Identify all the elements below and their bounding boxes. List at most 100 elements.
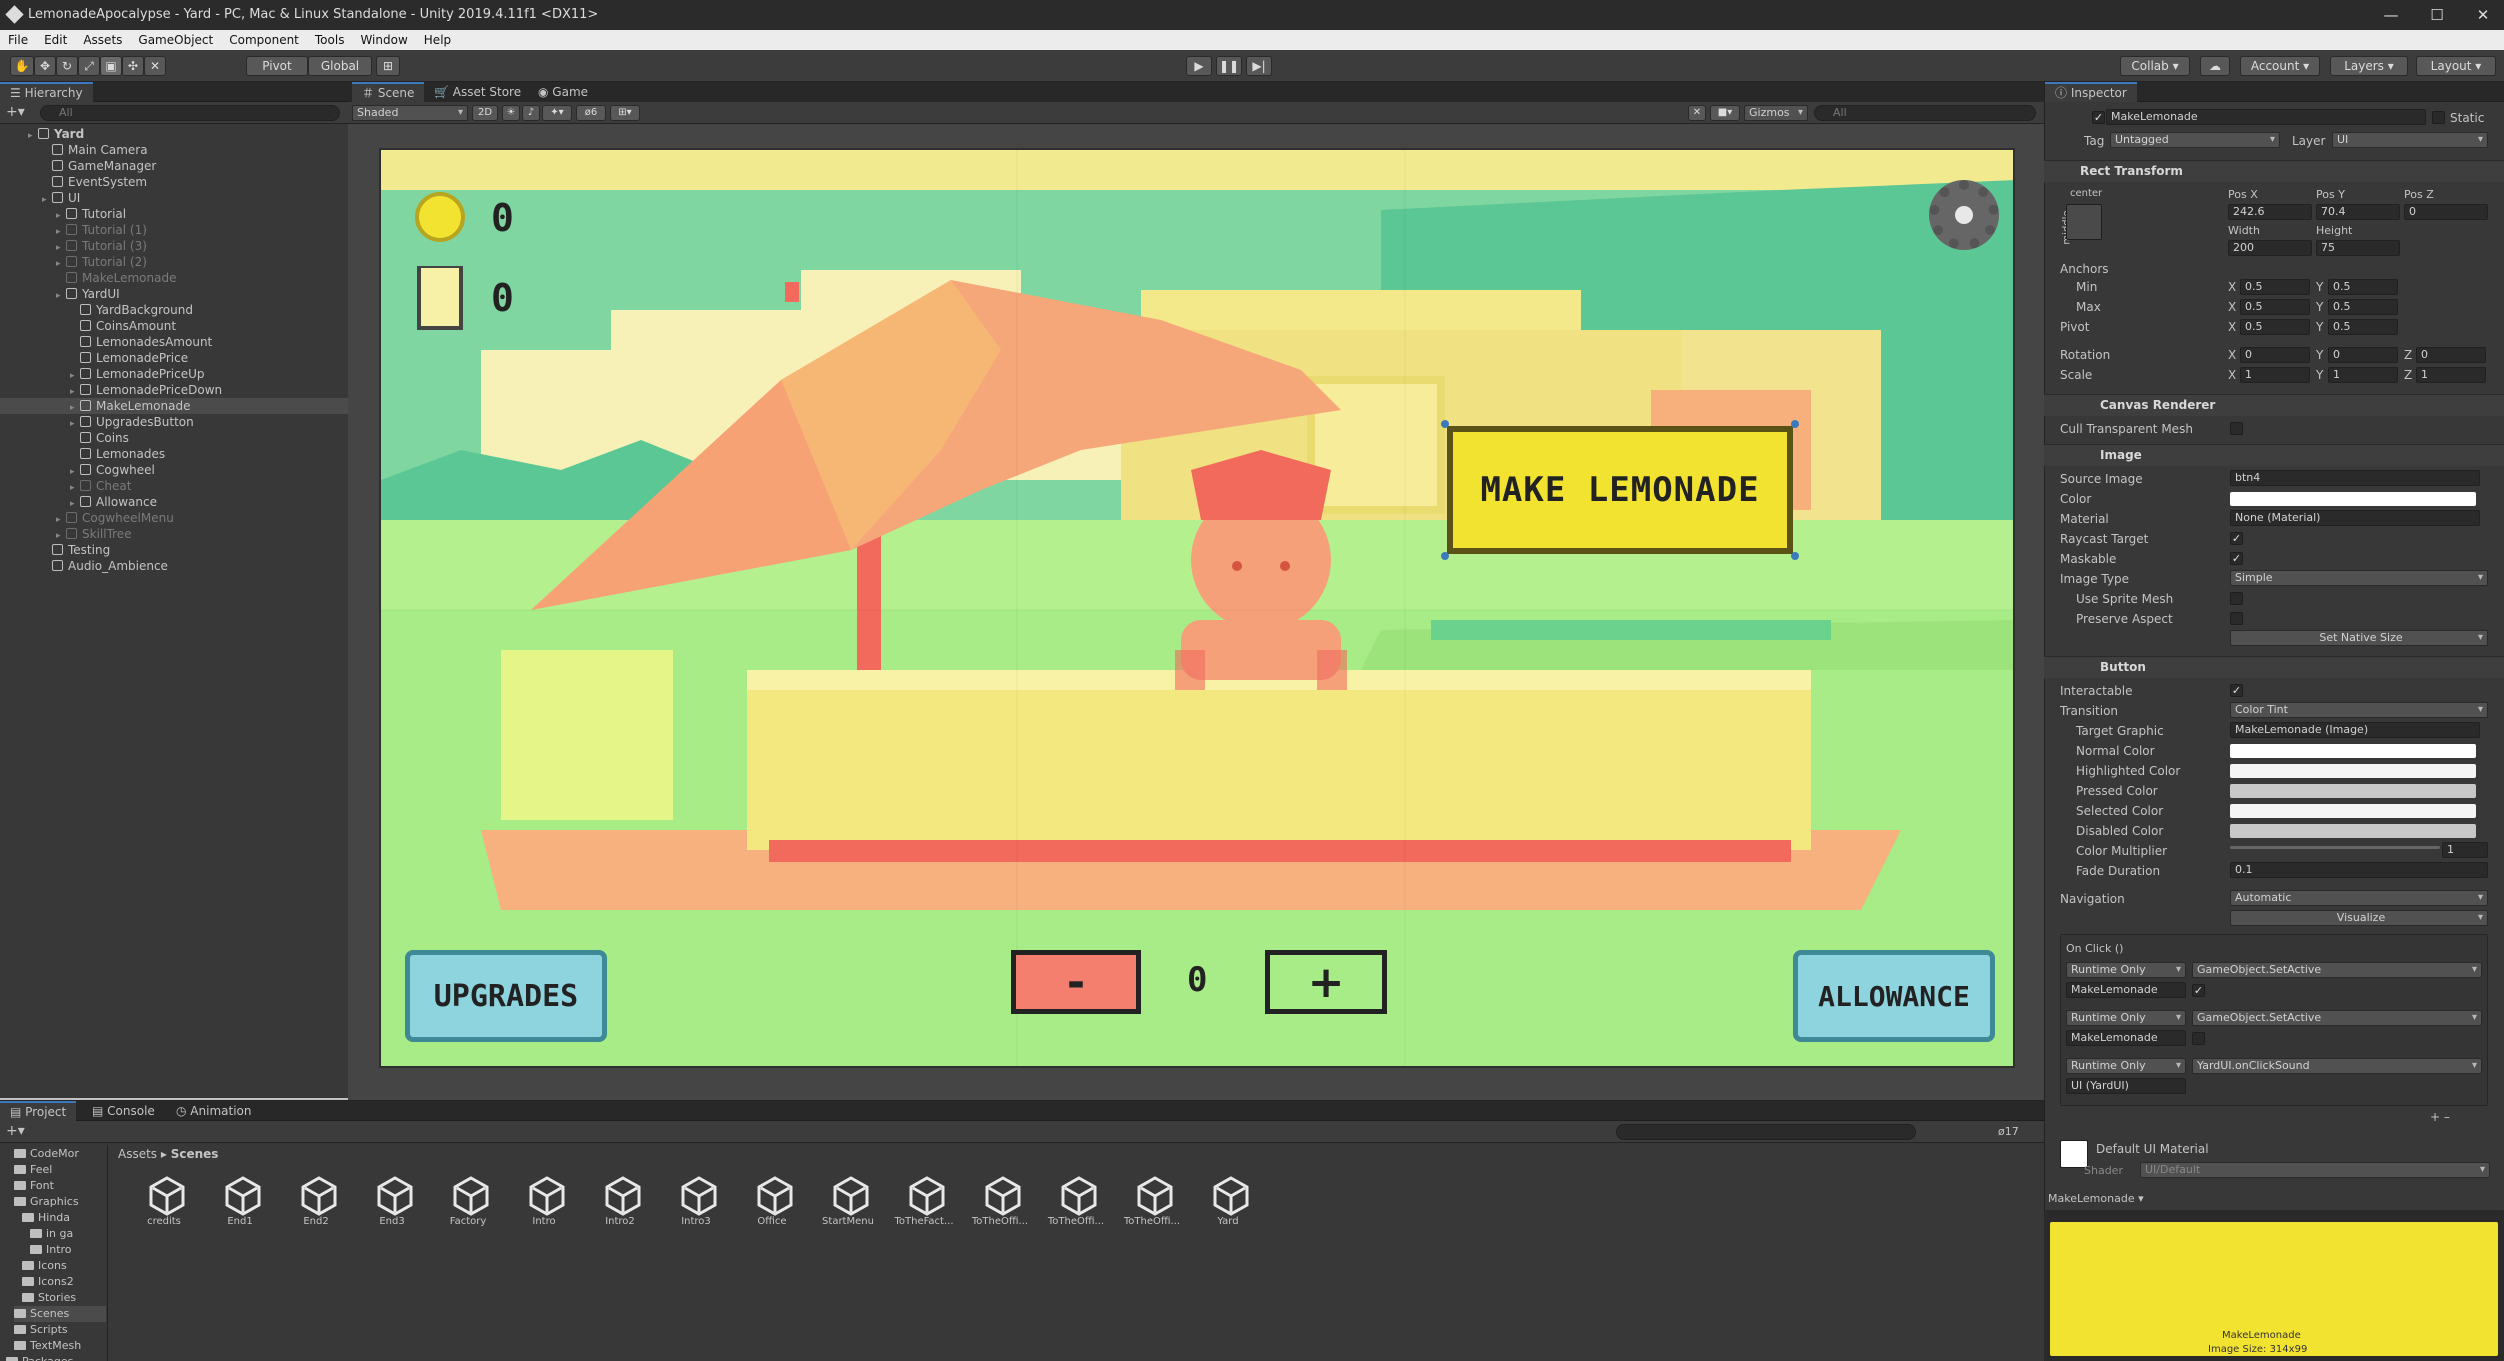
height-field[interactable]: 75: [2316, 240, 2400, 256]
min-x-field[interactable]: 0.5: [2240, 279, 2310, 295]
pause-button[interactable]: ❚❚: [1216, 56, 1242, 76]
hand-tool-icon[interactable]: ✋: [10, 56, 34, 76]
hierarchy-item[interactable]: EventSystem: [0, 174, 348, 190]
width-field[interactable]: 200: [2228, 240, 2312, 256]
tab-project[interactable]: ▤ Project: [0, 1101, 77, 1121]
rotation-x-field[interactable]: 0: [2240, 347, 2310, 363]
grid-icon[interactable]: ⊞▾: [610, 105, 640, 121]
highlighted-color-swatch[interactable]: [2230, 764, 2476, 778]
hierarchy-item[interactable]: ▸ UI: [0, 190, 348, 206]
project-folder[interactable]: Scenes: [14, 1306, 106, 1322]
scene-asset[interactable]: End1: [210, 1176, 270, 1227]
shader-dropdown[interactable]: UI/Default: [2140, 1162, 2490, 1178]
scene-asset[interactable]: ToTheOffi...: [1046, 1176, 1106, 1227]
scale-tool-icon[interactable]: ⤢: [78, 56, 100, 76]
hierarchy-item[interactable]: CoinsAmount: [0, 318, 348, 334]
hierarchy-item[interactable]: ▸ LemonadePriceUp: [0, 366, 348, 382]
hierarchy-item[interactable]: ▸ Tutorial (1): [0, 222, 348, 238]
cull-transparent-checkbox[interactable]: [2230, 422, 2243, 435]
scene-asset[interactable]: ToTheFact...: [894, 1176, 954, 1227]
hierarchy-item[interactable]: ▸ YardUI: [0, 286, 348, 302]
cloud-icon[interactable]: ☁: [2200, 56, 2230, 76]
scene-asset[interactable]: Yard: [1198, 1176, 1258, 1227]
event-target-field[interactable]: MakeLemonade: [2066, 982, 2186, 998]
effects-icon[interactable]: ✦▾: [542, 105, 572, 121]
event-target-field[interactable]: UI (YardUI): [2066, 1078, 2186, 1094]
hierarchy-item[interactable]: ▸ Cheat: [0, 478, 348, 494]
pos-field[interactable]: 242.6: [2228, 204, 2312, 220]
disabled-color-swatch[interactable]: [2230, 824, 2476, 838]
event-function-dropdown[interactable]: GameObject.SetActive: [2192, 1010, 2482, 1026]
hierarchy-item[interactable]: ▸ SkillTree: [0, 526, 348, 542]
add-asset-icon[interactable]: +▾: [6, 1123, 25, 1139]
menu-help[interactable]: Help: [416, 33, 459, 47]
scene-asset[interactable]: End2: [286, 1176, 346, 1227]
hierarchy-item[interactable]: YardBackground: [0, 302, 348, 318]
multiplier-field[interactable]: 1: [2442, 842, 2488, 858]
event-function-dropdown[interactable]: YardUI.onClickSound: [2192, 1058, 2482, 1074]
scene-asset[interactable]: credits: [134, 1176, 194, 1227]
upgrades-button[interactable]: UPGRADES: [405, 950, 607, 1042]
tab-hierarchy[interactable]: ☰ Hierarchy: [0, 82, 93, 102]
hierarchy-item[interactable]: MakeLemonade: [0, 270, 348, 286]
menu-component[interactable]: Component: [221, 33, 307, 47]
menu-gameobject[interactable]: GameObject: [130, 33, 221, 47]
normal-color-swatch[interactable]: [2230, 744, 2476, 758]
tab-animation[interactable]: ◷ Animation: [166, 1101, 261, 1121]
max-y-field[interactable]: 0.5: [2328, 299, 2398, 315]
hierarchy-item[interactable]: Main Camera: [0, 142, 348, 158]
hierarchy-item[interactable]: ▸ LemonadePriceDown: [0, 382, 348, 398]
menu-edit[interactable]: Edit: [36, 33, 75, 47]
custom-tool-icon[interactable]: ✕: [144, 56, 166, 76]
event-runtime-dropdown[interactable]: Runtime Only: [2066, 1010, 2186, 1026]
event-bool-checkbox[interactable]: ✓: [2192, 984, 2205, 997]
breadcrumb-assets[interactable]: Assets: [118, 1147, 157, 1161]
allowance-button[interactable]: ALLOWANCE: [1793, 950, 1995, 1042]
maximize-button[interactable]: ☐: [2414, 0, 2460, 30]
project-folder[interactable]: Icons2: [22, 1274, 106, 1290]
gizmos-dropdown[interactable]: Gizmos: [1744, 105, 1808, 121]
global-button[interactable]: Global: [308, 56, 372, 76]
tab-scene[interactable]: ＃ Scene: [352, 82, 425, 102]
price-down-button[interactable]: -: [1011, 950, 1141, 1014]
add-event-icon[interactable]: + –: [2430, 1110, 2450, 1124]
event-runtime-dropdown[interactable]: Runtime Only: [2066, 1058, 2186, 1074]
hierarchy-item[interactable]: ▸ Cogwheel: [0, 462, 348, 478]
scale-y-field[interactable]: 1: [2328, 367, 2398, 383]
account-dropdown[interactable]: Account ▾: [2240, 56, 2320, 76]
hierarchy-item[interactable]: ▸ Allowance: [0, 494, 348, 510]
event-runtime-dropdown[interactable]: Runtime Only: [2066, 962, 2186, 978]
hierarchy-search-input[interactable]: All: [40, 105, 340, 121]
scene-asset[interactable]: Factory: [438, 1176, 498, 1227]
scene-asset[interactable]: StartMenu: [818, 1176, 878, 1227]
pos-field[interactable]: 70.4: [2316, 204, 2400, 220]
target-graphic-field[interactable]: MakeLemonade (Image): [2230, 722, 2480, 738]
hierarchy-item[interactable]: ▸ MakeLemonade: [0, 398, 348, 414]
rect-handle[interactable]: [1791, 420, 1799, 428]
hierarchy-item[interactable]: GameManager: [0, 158, 348, 174]
tab-console[interactable]: ▤ Console: [82, 1101, 165, 1121]
hidden-objects-button[interactable]: ø6: [576, 105, 606, 121]
layers-dropdown[interactable]: Layers ▾: [2330, 56, 2408, 76]
max-x-field[interactable]: 0.5: [2240, 299, 2310, 315]
shading-dropdown[interactable]: Shaded: [352, 105, 468, 121]
project-folder[interactable]: Scripts: [14, 1322, 106, 1338]
menu-file[interactable]: File: [0, 33, 36, 47]
make-lemonade-button[interactable]: MAKE LEMONADE: [1447, 426, 1793, 554]
scene-search-input[interactable]: All: [1814, 105, 2036, 121]
hierarchy-item[interactable]: Audio_Ambience: [0, 558, 348, 574]
project-folder[interactable]: CodeMor: [14, 1146, 106, 1162]
rect-handle[interactable]: [1791, 552, 1799, 560]
pressed-color-swatch[interactable]: [2230, 784, 2476, 798]
scene-asset[interactable]: ToTheOffi...: [1122, 1176, 1182, 1227]
scene-asset[interactable]: Intro3: [666, 1176, 726, 1227]
visualize-button[interactable]: Visualize: [2230, 910, 2488, 926]
project-folder[interactable]: Packages: [6, 1354, 106, 1361]
tools-icon[interactable]: ✕: [1688, 105, 1706, 121]
add-icon[interactable]: +▾: [6, 104, 25, 120]
breadcrumb-scenes[interactable]: Scenes: [171, 1147, 219, 1161]
play-button[interactable]: ▶: [1186, 56, 1212, 76]
hierarchy-item[interactable]: LemonadePrice: [0, 350, 348, 366]
project-folder[interactable]: Graphics: [14, 1194, 106, 1210]
scene-asset[interactable]: Office: [742, 1176, 802, 1227]
